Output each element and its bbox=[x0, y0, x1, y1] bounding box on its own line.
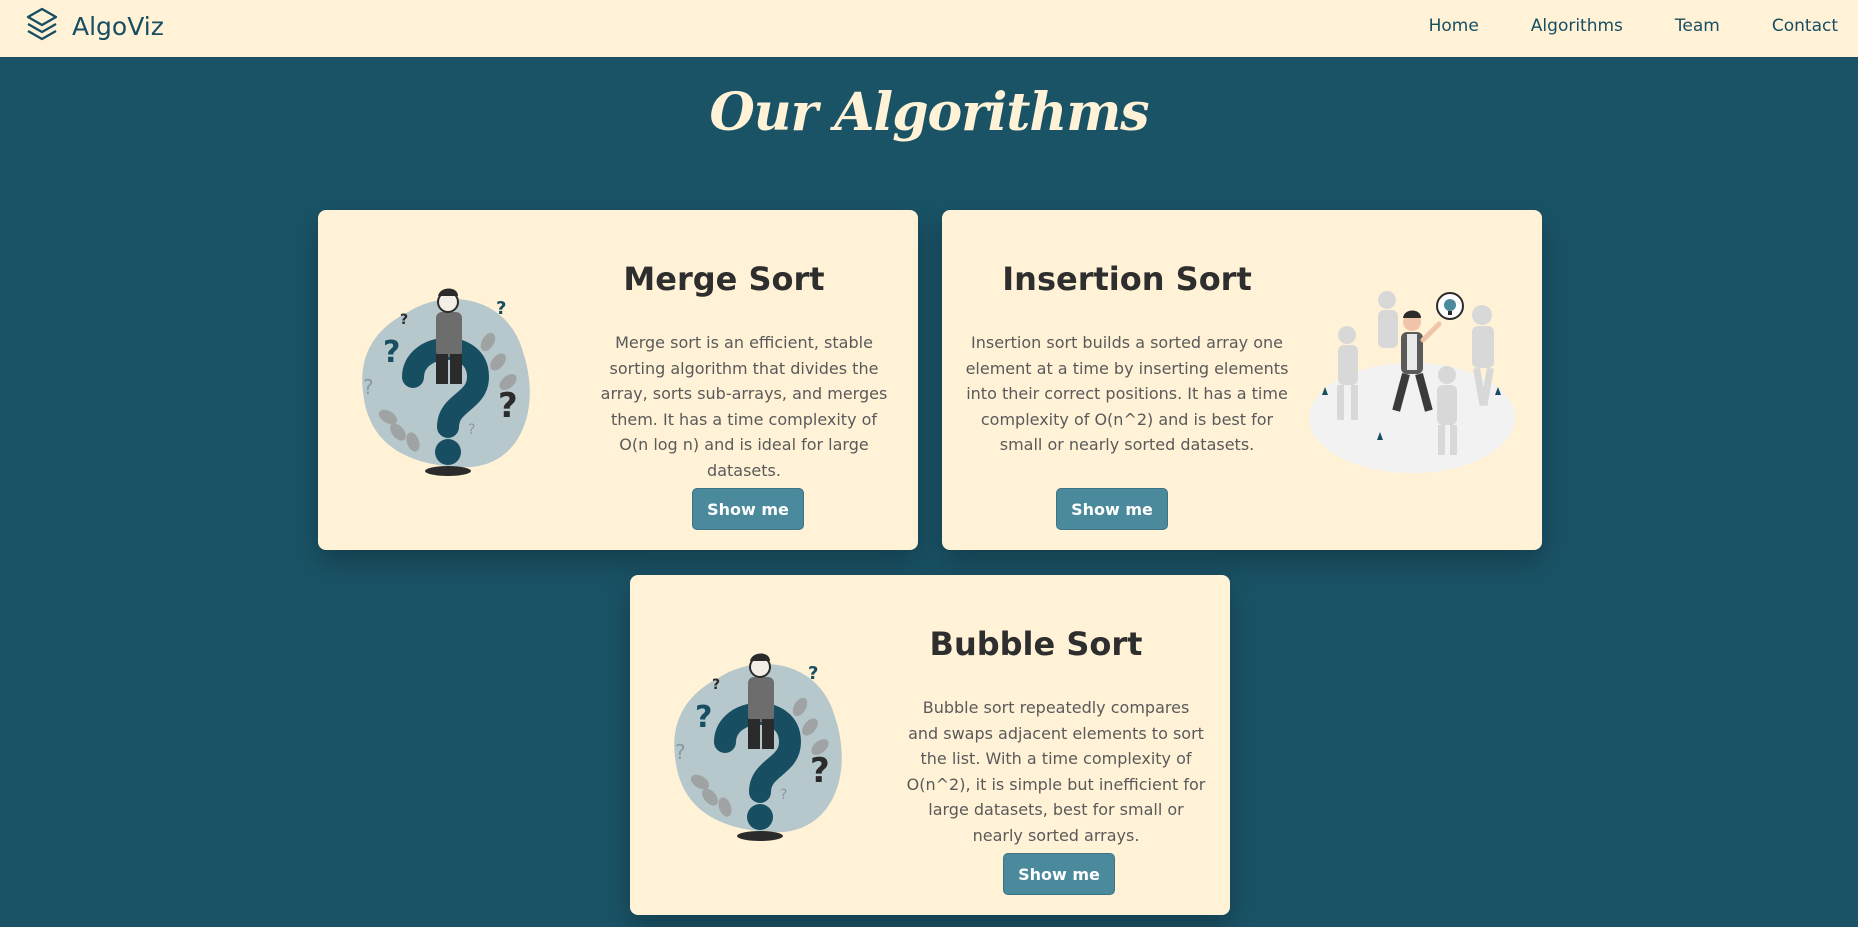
card-insertion-sort: Insertion Sort Insertion sort builds a s… bbox=[942, 210, 1542, 550]
svg-text:?: ? bbox=[695, 700, 712, 735]
svg-text:?: ? bbox=[496, 298, 506, 319]
navbar: AlgoViz Home Algorithms Team Contact bbox=[0, 0, 1858, 57]
nav-link-home[interactable]: Home bbox=[1429, 16, 1479, 36]
svg-text:?: ? bbox=[363, 375, 374, 399]
svg-text:?: ? bbox=[468, 422, 475, 438]
svg-text:?: ? bbox=[712, 677, 720, 693]
card-title: Bubble Sort bbox=[929, 625, 1143, 663]
nav-link-contact[interactable]: Contact bbox=[1772, 16, 1838, 36]
card-description: Insertion sort builds a sorted array one… bbox=[965, 333, 1289, 454]
svg-text:?: ? bbox=[780, 787, 787, 803]
svg-text:?: ? bbox=[498, 386, 518, 426]
card-merge-sort: ? ? ? ? ? ? Merge Sort Merge sort is an … bbox=[318, 210, 918, 550]
show-me-button[interactable]: Show me bbox=[692, 488, 804, 530]
svg-text:?: ? bbox=[400, 312, 408, 328]
show-me-button[interactable]: Show me bbox=[1056, 488, 1168, 530]
brand-name: AlgoViz bbox=[72, 11, 164, 41]
layers-icon bbox=[26, 7, 58, 45]
show-me-button[interactable]: Show me bbox=[1003, 853, 1115, 895]
card-description: Merge sort is an efficient, stable sorti… bbox=[600, 333, 888, 480]
card-bubble-sort: ? ? ? ? ? ? Bubble Sort Bubble sort repe… bbox=[630, 575, 1230, 915]
nav-link-team[interactable]: Team bbox=[1675, 16, 1720, 36]
svg-text:?: ? bbox=[675, 740, 686, 764]
question-person-illustration: ? ? ? ? ? ? bbox=[660, 647, 860, 851]
svg-text:?: ? bbox=[808, 663, 818, 684]
card-title: Insertion Sort bbox=[1002, 260, 1252, 298]
svg-text:?: ? bbox=[383, 335, 400, 370]
question-person-illustration: ? ? ? ? ? ? bbox=[348, 282, 548, 486]
page-title: Our Algorithms bbox=[709, 82, 1149, 143]
card-description: Bubble sort repeatedly compares and swap… bbox=[906, 698, 1206, 845]
nav-link-algorithms[interactable]: Algorithms bbox=[1531, 16, 1623, 36]
svg-text:?: ? bbox=[810, 751, 830, 791]
card-title: Merge Sort bbox=[623, 260, 825, 298]
brand[interactable]: AlgoViz bbox=[26, 7, 164, 45]
nav-links: Home Algorithms Team Contact bbox=[1429, 16, 1838, 36]
walking-people-illustration bbox=[1307, 280, 1517, 484]
